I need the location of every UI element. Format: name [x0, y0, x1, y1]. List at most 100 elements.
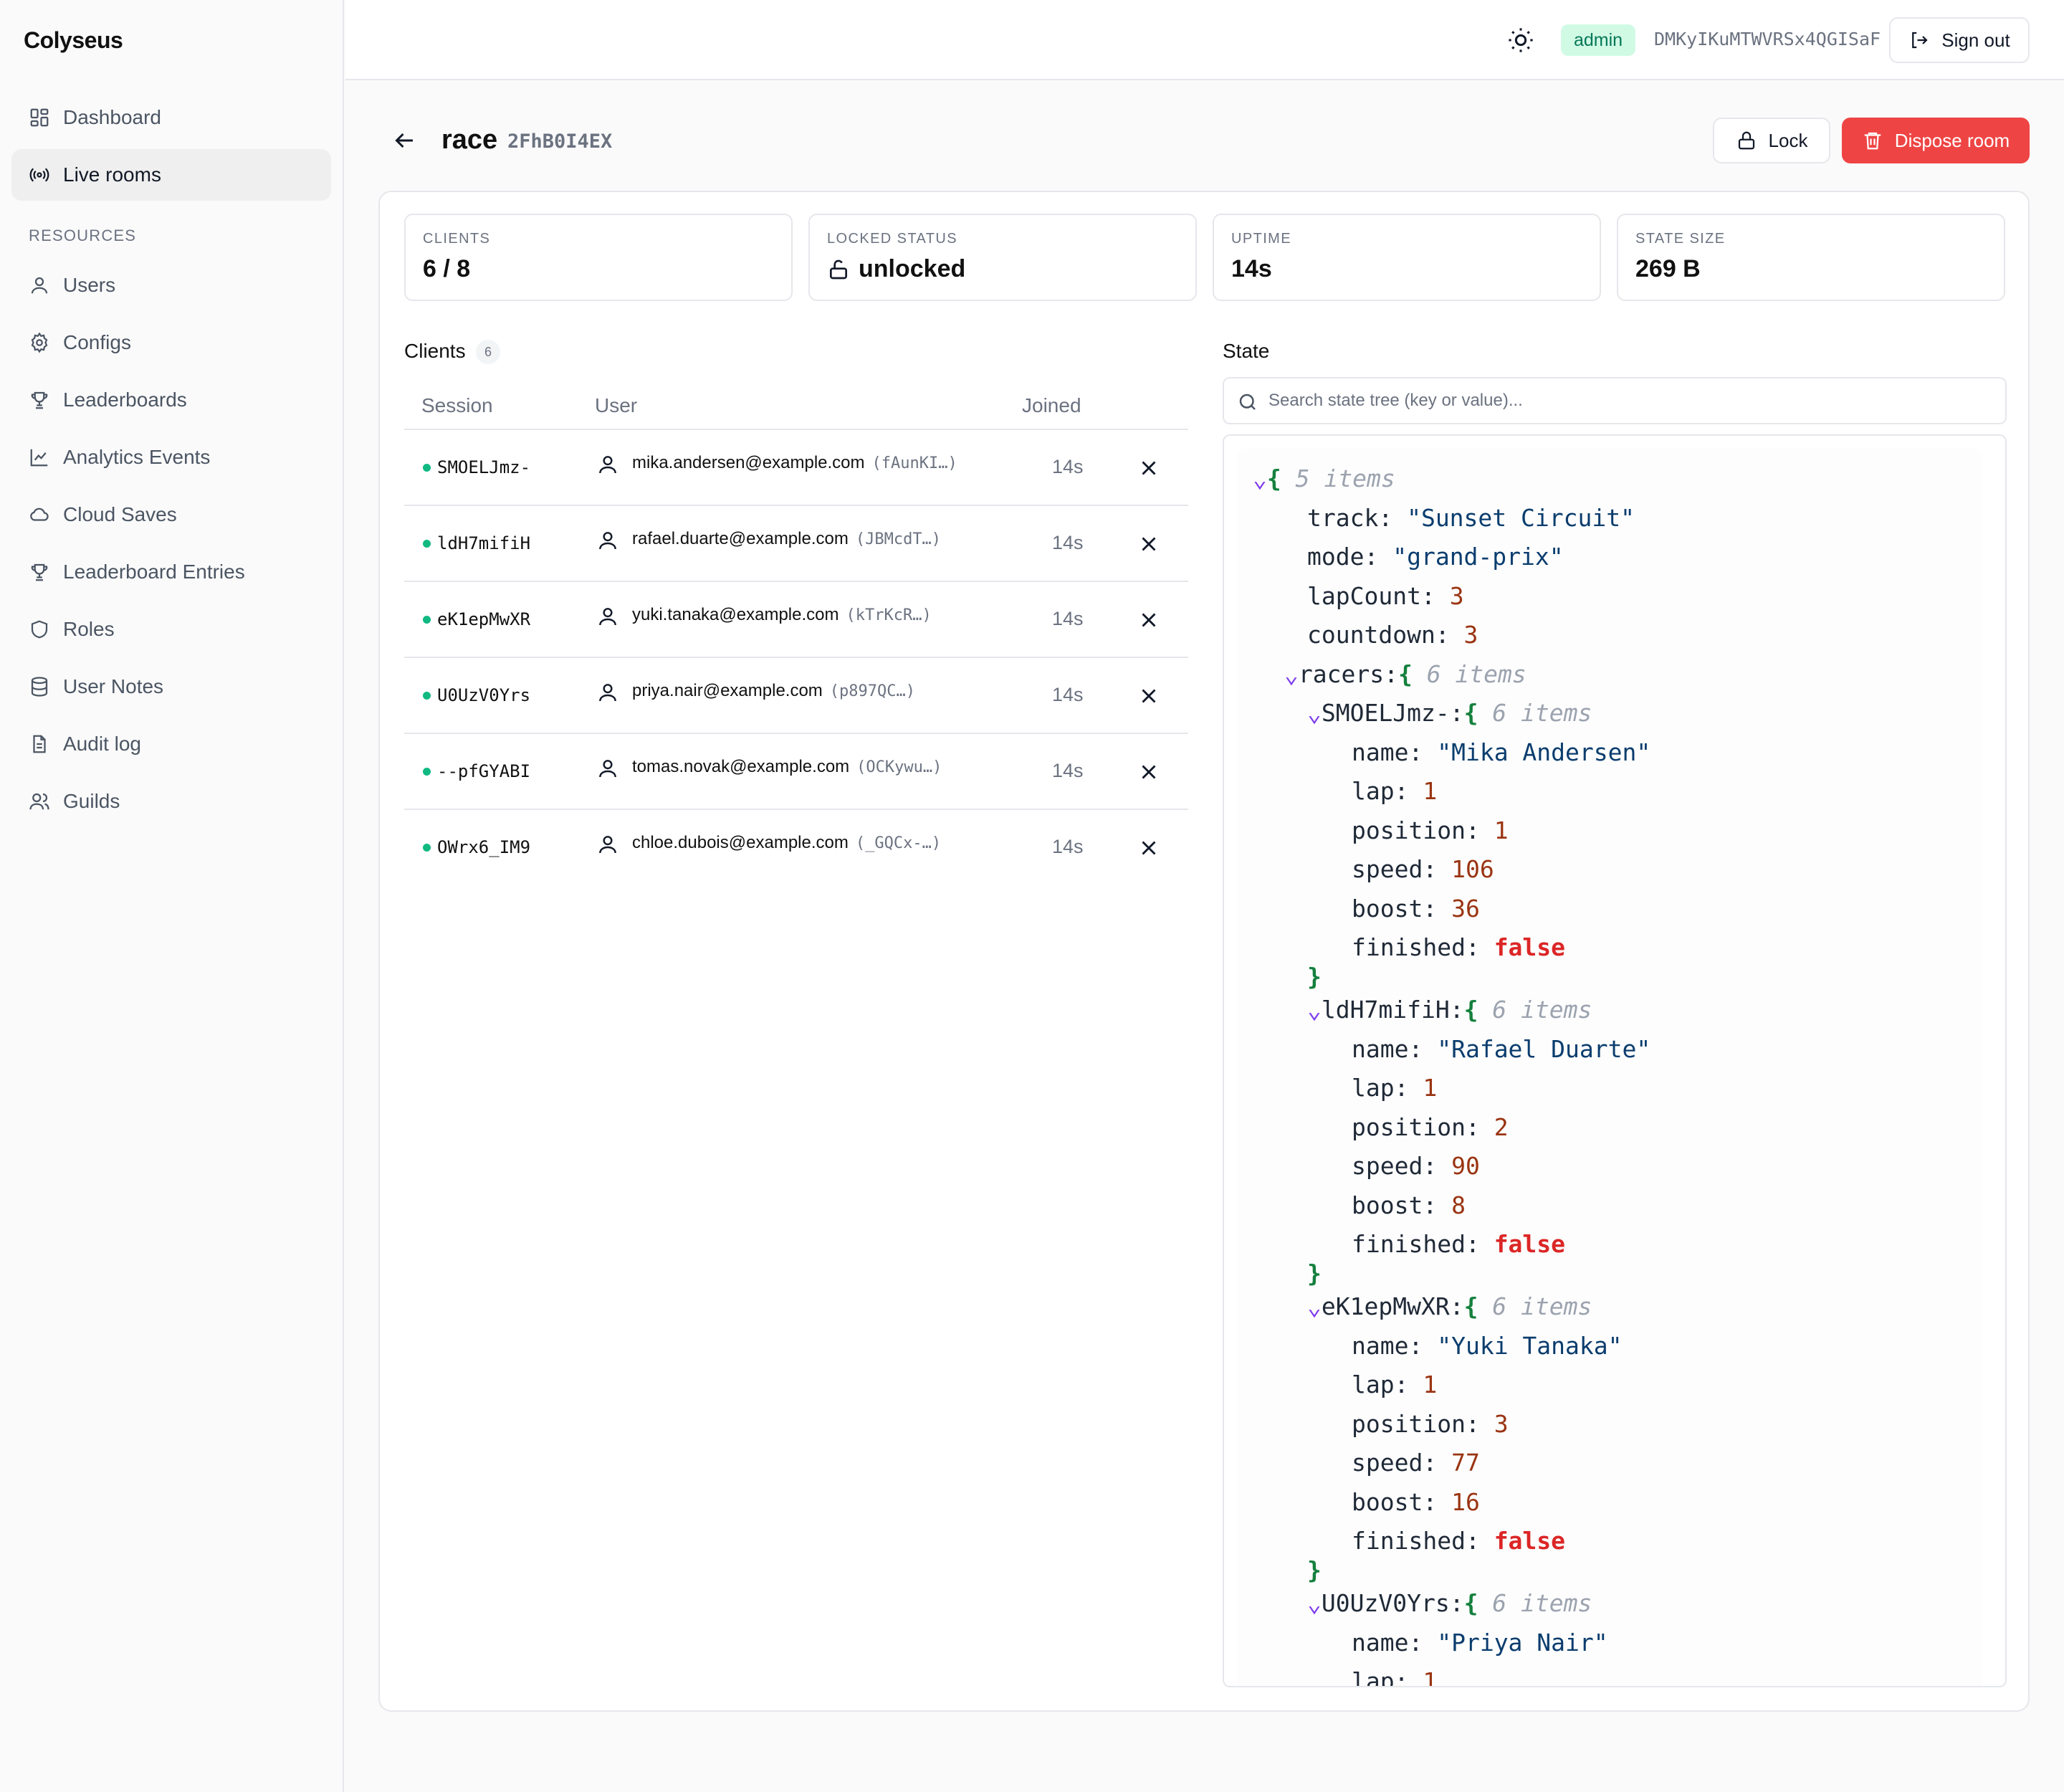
state-tree-line: ⌄racers:{ 6 items	[1284, 659, 1526, 688]
user-email-link[interactable]: chloe.dubois@example.com (_GQCx-…)	[632, 833, 941, 853]
joined-time: 14s	[1052, 836, 1084, 857]
resources-section-label: RESOURCES	[29, 227, 137, 244]
sidebar-item-guilds[interactable]: Guilds	[11, 776, 331, 827]
clients-count-badge: 6	[476, 340, 500, 364]
sidebar-item-configs[interactable]: Configs	[11, 317, 331, 368]
sidebar-item-label: Leaderboards	[63, 389, 187, 411]
sidebar-item-live-rooms[interactable]: Live rooms	[11, 149, 331, 201]
sign-out-button[interactable]: Sign out	[1889, 17, 2030, 63]
state-tree-line: speed: 90	[1352, 1152, 1480, 1180]
user-icon	[599, 532, 616, 550]
state-tree-line: name: "Priya Nair"	[1352, 1628, 1608, 1657]
sidebar-item-audit-log[interactable]: Audit log	[11, 718, 331, 770]
user-id-short: (p897QC…)	[829, 682, 916, 700]
stat-label: CLIENTS	[423, 231, 491, 247]
dispose-label: Dispose room	[1894, 129, 2010, 151]
sidebar-item-label: Leaderboard Entries	[63, 561, 245, 583]
room-detail-card: CLIENTS 6 / 8 LOCKED STATUS unlocked UPT…	[378, 191, 2030, 1712]
state-tree-line: boost: 8	[1352, 1191, 1466, 1219]
kick-client-close-icon[interactable]	[1137, 836, 1161, 860]
clients-title: Clients	[404, 340, 466, 362]
joined-time: 14s	[1052, 684, 1084, 705]
stat-value-text: 269 B	[1635, 255, 1701, 282]
user-icon	[599, 456, 616, 474]
dispose-room-button[interactable]: Dispose room	[1842, 118, 2030, 163]
state-tree-line: boost: 16	[1352, 1487, 1480, 1516]
state-tree-line: countdown: 3	[1307, 621, 1478, 649]
session-id: eK1epMwXR	[437, 609, 531, 629]
room-name: race	[441, 125, 498, 155]
sidebar-item-roles[interactable]: Roles	[11, 604, 331, 655]
collapse-chevron-icon[interactable]: ⌄	[1253, 464, 1267, 492]
online-status-dot	[423, 768, 431, 776]
kick-client-close-icon[interactable]	[1137, 760, 1161, 784]
unlock-icon	[830, 259, 847, 279]
lock-room-button[interactable]: Lock	[1713, 118, 1830, 163]
state-tree-line: finished: false	[1352, 933, 1566, 961]
back-arrow-icon[interactable]	[391, 128, 417, 153]
kick-client-close-icon[interactable]	[1137, 608, 1161, 632]
user-email-link[interactable]: mika.andersen@example.com (fAunKI…)	[632, 453, 957, 473]
state-tree-content: ⌄{ 5 items track: "Sunset Circuit" mode: "…	[1237, 449, 1982, 1686]
session-token: DMKyIKuMTWVRSx4QGISaF	[1654, 29, 1881, 49]
state-tree-line: track: "Sunset Circuit"	[1307, 503, 1635, 532]
users-icon	[29, 793, 49, 810]
session-id: OWrx6_IM9	[437, 837, 531, 857]
user-email: priya.nair@example.com	[632, 681, 823, 700]
state-tree-line: speed: 77	[1352, 1449, 1480, 1477]
user-id-short: (_GQCx-…)	[855, 834, 942, 852]
state-tree-line: lapCount: 3	[1307, 581, 1464, 610]
state-tree: ⌄{ 5 items track: "Sunset Circuit" mode: "…	[1223, 434, 2007, 1687]
state-tree-line: name: "Mika Andersen"	[1352, 738, 1651, 766]
collapse-chevron-icon[interactable]: ⌄	[1284, 660, 1299, 688]
column-header-joined: Joined	[1022, 394, 1081, 416]
broadcast-icon	[29, 168, 49, 182]
collapse-chevron-icon[interactable]: ⌄	[1307, 1589, 1322, 1617]
sidebar-item-dashboard[interactable]: Dashboard	[11, 92, 331, 143]
collapse-chevron-icon[interactable]: ⌄	[1307, 1292, 1322, 1320]
user-email: tomas.novak@example.com	[632, 757, 850, 776]
user-email-link[interactable]: priya.nair@example.com (p897QC…)	[632, 681, 915, 701]
sidebar-item-label: User Notes	[63, 675, 164, 697]
user-icon	[599, 760, 616, 778]
user-email-link[interactable]: tomas.novak@example.com (OCKywu…)	[632, 757, 942, 777]
sidebar-item-cloud-saves[interactable]: Cloud Saves	[11, 489, 331, 540]
stat-value-text: 14s	[1231, 255, 1272, 282]
sidebar-item-user-notes[interactable]: User Notes	[11, 661, 331, 712]
kick-client-close-icon[interactable]	[1137, 456, 1161, 480]
room-id: 2FhB0I4EX	[507, 130, 613, 153]
user-id-short: (fAunKI…)	[871, 454, 957, 472]
online-status-dot	[423, 464, 431, 472]
collapse-chevron-icon[interactable]: ⌄	[1307, 996, 1322, 1024]
theme-toggle-sun-icon[interactable]	[1506, 26, 1535, 54]
stat-value: 14s	[1231, 255, 1272, 283]
sidebar-item-users[interactable]: Users	[11, 259, 331, 311]
joined-time: 14s	[1052, 760, 1084, 781]
collapse-chevron-icon[interactable]: ⌄	[1307, 699, 1322, 727]
client-row: ldH7mifiH rafael.duarte@example.com (JBMcd…	[404, 505, 1188, 581]
stat-label: LOCKED STATUS	[827, 231, 957, 247]
state-search-input[interactable]	[1268, 378, 1992, 423]
kick-client-close-icon[interactable]	[1137, 532, 1161, 556]
online-status-dot	[423, 844, 431, 852]
top-bar: admin DMKyIKuMTWVRSx4QGISaF Sign out	[345, 0, 2064, 80]
sign-out-icon	[1912, 32, 1928, 49]
sidebar-item-leaderboards[interactable]: Leaderboards	[11, 374, 331, 426]
state-tree-line: position: 3	[1352, 1409, 1509, 1438]
chart-line-icon	[30, 449, 48, 467]
sidebar-item-leaderboard-entries[interactable]: Leaderboard Entries	[11, 546, 331, 598]
sidebar-item-analytics-events[interactable]: Analytics Events	[11, 432, 331, 483]
sidebar-item-label: Configs	[63, 331, 131, 353]
user-email-link[interactable]: rafael.duarte@example.com (JBMcdT…)	[632, 529, 941, 549]
user-email: rafael.duarte@example.com	[632, 529, 849, 548]
column-header-session: Session	[421, 394, 493, 416]
user-email-link[interactable]: yuki.tanaka@example.com (kTrKcR…)	[632, 605, 932, 625]
state-tree-line: }	[1307, 1556, 1322, 1584]
brand-logo[interactable]: Colyseus	[24, 27, 123, 54]
kick-client-close-icon[interactable]	[1137, 684, 1161, 708]
sidebar-item-label: Analytics Events	[63, 446, 211, 468]
sidebar: Colyseus Dashboard Live rooms RESOURCES …	[0, 0, 344, 1792]
sidebar-item-label: Dashboard	[63, 106, 161, 128]
stat-state-size: STATE SIZE 269 B	[1617, 214, 2005, 301]
sidebar-item-label: Roles	[63, 618, 115, 640]
